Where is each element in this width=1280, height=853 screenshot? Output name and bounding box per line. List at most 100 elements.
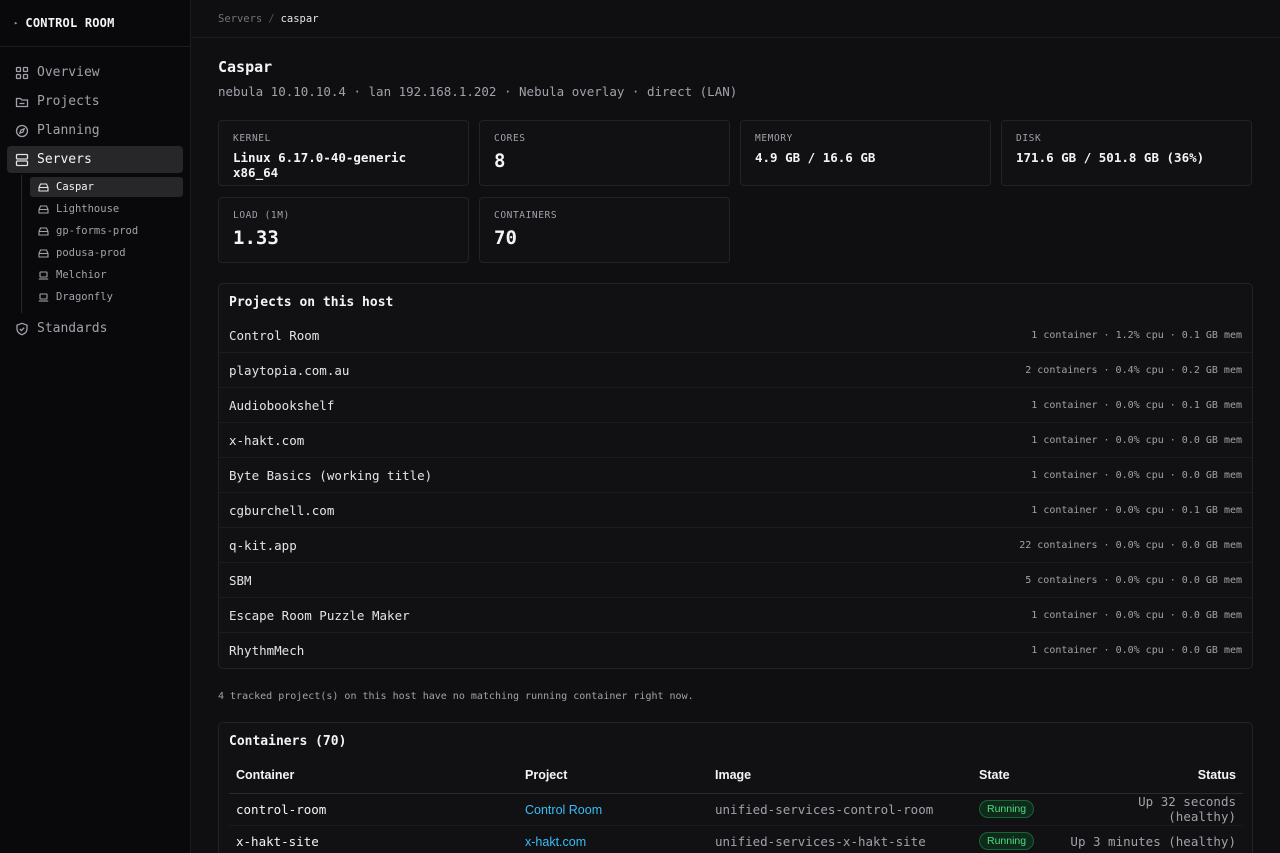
project-usage: 2 containers · 0.4% cpu · 0.2 GB mem bbox=[1025, 364, 1242, 376]
container-project-cell: x-hakt.com bbox=[518, 825, 708, 853]
projects-panel: Projects on this host Control Room 1 cont… bbox=[218, 283, 1253, 669]
project-row: Byte Basics (working title) 1 container ·… bbox=[219, 458, 1252, 493]
project-row: Control Room 1 container · 1.2% cpu · 0.1… bbox=[219, 318, 1252, 353]
nav-item-standards[interactable]: Standards bbox=[7, 315, 183, 342]
project-row: playtopia.com.au 2 containers · 0.4% cpu … bbox=[219, 353, 1252, 388]
project-row: RhythmMech 1 container · 0.0% cpu · 0.0 G… bbox=[219, 633, 1252, 668]
stat-label: LOAD (1M) bbox=[233, 210, 290, 221]
col-image[interactable]: Image bbox=[708, 757, 972, 794]
project-name[interactable]: RhythmMech bbox=[229, 643, 304, 658]
container-status: Up 32 seconds (healthy) bbox=[1062, 793, 1243, 826]
nav-item-servers[interactable]: Servers bbox=[7, 146, 183, 173]
server-item-dragonfly[interactable]: Dragonfly bbox=[30, 287, 183, 307]
host-network-info: nebula 10.10.10.4 · lan 192.168.1.202 · … bbox=[218, 84, 738, 99]
laptop-icon bbox=[38, 270, 49, 281]
stats-grid: KERNEL Linux 6.17.0-40-generic x86_64 CO… bbox=[218, 120, 1254, 263]
nav-item-overview[interactable]: Overview bbox=[7, 59, 183, 86]
project-usage: 1 container · 0.0% cpu · 0.1 GB mem bbox=[1031, 504, 1242, 516]
stat-label: MEMORY bbox=[755, 133, 793, 144]
project-name[interactable]: playtopia.com.au bbox=[229, 363, 349, 378]
server-drive-icon bbox=[38, 204, 49, 215]
breadcrumb: Servers / caspar bbox=[191, 0, 1280, 38]
container-status: Up 3 minutes (healthy) bbox=[1062, 825, 1243, 853]
shield-icon bbox=[15, 322, 29, 336]
grid-icon bbox=[15, 66, 29, 80]
project-usage: 5 containers · 0.0% cpu · 0.0 GB mem bbox=[1025, 574, 1242, 586]
server-item-caspar[interactable]: Caspar bbox=[30, 177, 183, 197]
project-name[interactable]: q-kit.app bbox=[229, 538, 297, 553]
breadcrumb-servers[interactable]: Servers bbox=[218, 13, 262, 25]
nav-item-projects[interactable]: Projects bbox=[7, 88, 183, 115]
project-usage: 1 container · 0.0% cpu · 0.1 GB mem bbox=[1031, 399, 1242, 411]
nav-label: Projects bbox=[37, 94, 100, 109]
server-item-lighthouse[interactable]: Lighthouse bbox=[30, 199, 183, 219]
project-row: x-hakt.com 1 container · 0.0% cpu · 0.0 G… bbox=[219, 423, 1252, 458]
stat-label: CONTAINERS bbox=[494, 210, 558, 221]
project-name[interactable]: Control Room bbox=[229, 328, 319, 343]
server-drive-icon bbox=[38, 248, 49, 259]
project-usage: 1 container · 1.2% cpu · 0.1 GB mem bbox=[1031, 329, 1242, 341]
col-project[interactable]: Project bbox=[518, 757, 708, 794]
project-name[interactable]: cgburchell.com bbox=[229, 503, 334, 518]
col-state[interactable]: State bbox=[972, 757, 1062, 794]
stat-memory: MEMORY 4.9 GB / 16.6 GB bbox=[740, 120, 991, 186]
server-item-melchior[interactable]: Melchior bbox=[30, 265, 183, 285]
project-name[interactable]: x-hakt.com bbox=[229, 433, 304, 448]
container-project-link[interactable]: Control Room bbox=[525, 803, 602, 817]
stat-disk: DISK 171.6 GB / 501.8 GB (36%) bbox=[1001, 120, 1252, 186]
panel-title: Projects on this host bbox=[229, 295, 394, 310]
table-row[interactable]: x-hakt-site x-hakt.com unified-services-… bbox=[229, 825, 1243, 853]
project-row: SBM 5 containers · 0.0% cpu · 0.0 GB mem bbox=[219, 563, 1252, 598]
nav-label: Overview bbox=[37, 65, 100, 80]
project-usage: 1 container · 0.0% cpu · 0.0 GB mem bbox=[1031, 469, 1242, 481]
main-content: Servers / caspar Caspar nebula 10.10.10.… bbox=[191, 0, 1280, 853]
project-row: cgburchell.com 1 container · 0.0% cpu · 0… bbox=[219, 493, 1252, 528]
panel-title: Containers (70) bbox=[229, 734, 347, 749]
stat-value: 8 bbox=[494, 150, 506, 172]
stat-value: Linux 6.17.0-40-generic x86_64 bbox=[233, 150, 407, 180]
stat-value: 70 bbox=[494, 227, 517, 249]
project-name[interactable]: Byte Basics (working title) bbox=[229, 468, 432, 483]
server-item-podusa-prod[interactable]: podusa-prod bbox=[30, 243, 183, 263]
stat-kernel: KERNEL Linux 6.17.0-40-generic x86_64 bbox=[218, 120, 469, 186]
breadcrumb-separator: / bbox=[268, 12, 275, 25]
project-name[interactable]: Escape Room Puzzle Maker bbox=[229, 608, 410, 623]
page-title: Caspar bbox=[218, 58, 273, 76]
nav-item-planning[interactable]: Planning bbox=[7, 117, 183, 144]
brand[interactable]: ▸ CONTROL ROOM bbox=[0, 0, 190, 47]
project-row: Escape Room Puzzle Maker 1 container · 0.… bbox=[219, 598, 1252, 633]
project-usage: 1 container · 0.0% cpu · 0.0 GB mem bbox=[1031, 434, 1242, 446]
table-row[interactable]: control-room Control Room unified-servic… bbox=[229, 793, 1243, 826]
server-item-gp-forms-prod[interactable]: gp-forms-prod bbox=[30, 221, 183, 241]
server-list: Caspar Lighthouse gp-forms-prod podusa-p… bbox=[21, 175, 183, 313]
server-label: gp-forms-prod bbox=[56, 225, 139, 237]
table-header-row: Container Project Image State Status bbox=[229, 757, 1243, 794]
server-drive-icon bbox=[38, 182, 49, 193]
containers-table: Container Project Image State Status con… bbox=[229, 757, 1243, 853]
sidebar: ▸ CONTROL ROOM Overview Projects Plannin… bbox=[0, 0, 191, 853]
project-name[interactable]: Audiobookshelf bbox=[229, 398, 334, 413]
status-badge: Running bbox=[979, 800, 1035, 818]
status-badge: Running bbox=[979, 832, 1035, 850]
stat-value: 4.9 GB / 16.6 GB bbox=[755, 150, 876, 165]
container-name: x-hakt-site bbox=[229, 825, 518, 853]
project-name[interactable]: SBM bbox=[229, 573, 252, 588]
server-icon bbox=[15, 153, 29, 167]
project-usage: 1 container · 0.0% cpu · 0.0 GB mem bbox=[1031, 645, 1242, 656]
stat-value: 171.6 GB / 501.8 GB (36%) bbox=[1016, 150, 1205, 165]
container-project-link[interactable]: x-hakt.com bbox=[525, 835, 586, 849]
col-status[interactable]: Status bbox=[1062, 757, 1243, 794]
project-usage: 22 containers · 0.0% cpu · 0.0 GB mem bbox=[1019, 539, 1242, 551]
stat-load: LOAD (1M) 1.33 bbox=[218, 197, 469, 263]
server-label: Lighthouse bbox=[56, 203, 120, 215]
compass-icon bbox=[15, 124, 29, 138]
main-nav: Overview Projects Planning Servers Caspa… bbox=[0, 47, 190, 342]
container-project-cell: Control Room bbox=[518, 793, 708, 826]
col-container[interactable]: Container bbox=[229, 757, 518, 794]
stat-label: KERNEL bbox=[233, 133, 271, 144]
stat-cores: CORES 8 bbox=[479, 120, 730, 186]
containers-panel: Containers (70) Container Project Image … bbox=[218, 722, 1253, 853]
container-name: control-room bbox=[229, 793, 518, 826]
breadcrumb-current: caspar bbox=[280, 12, 319, 25]
container-image: unified-services-control-room bbox=[708, 793, 972, 826]
